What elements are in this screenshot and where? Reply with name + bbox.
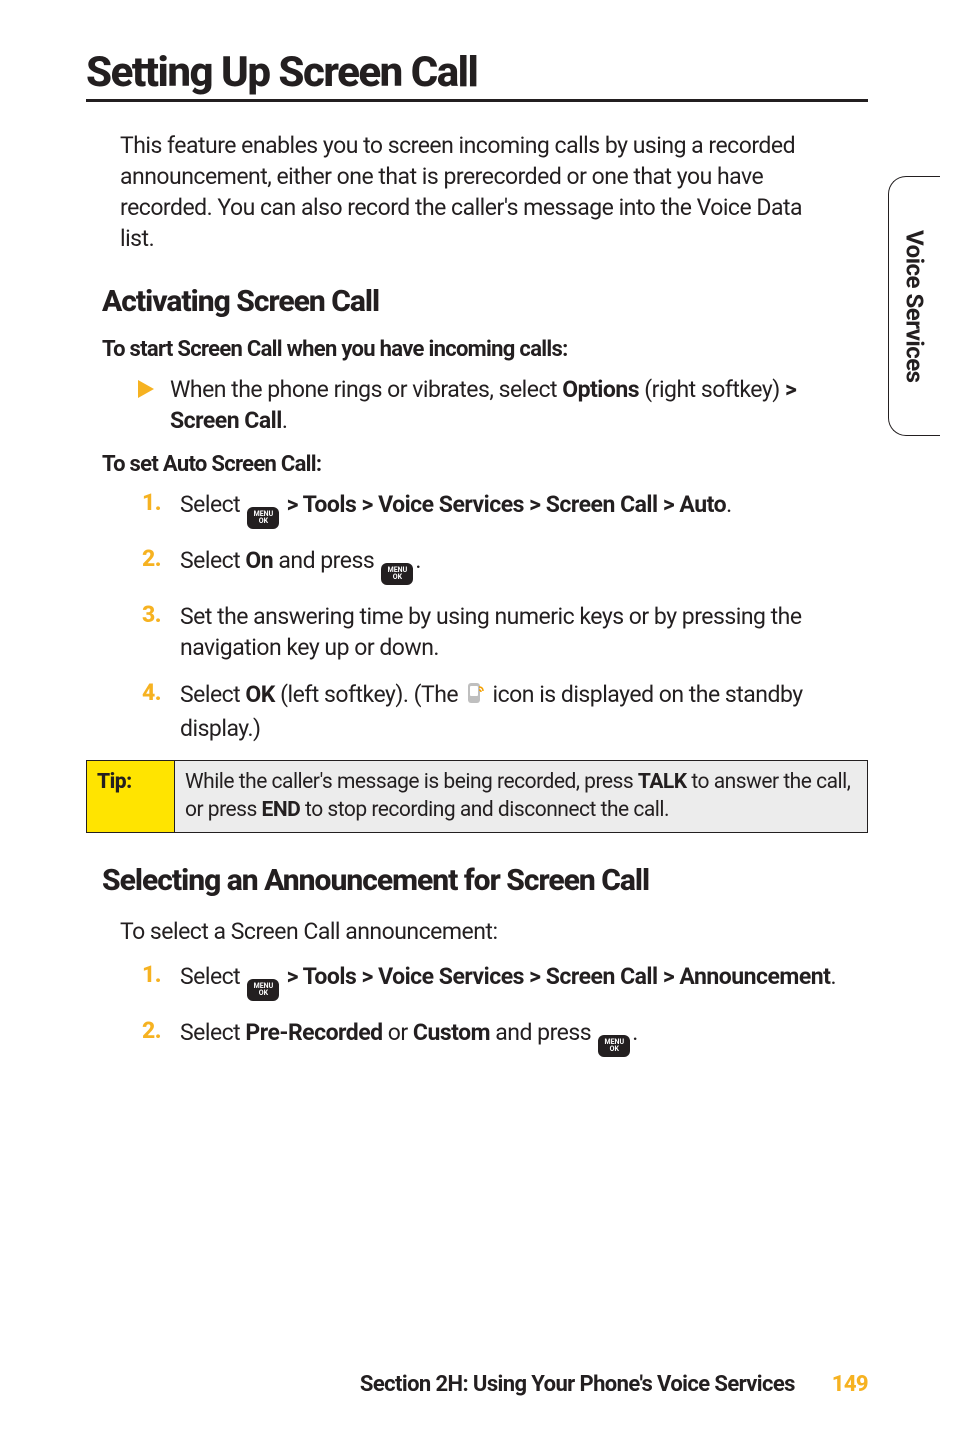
heading-selecting-announcement: Selecting an Announcement for Screen Cal… bbox=[102, 863, 868, 898]
footer-page-number: 149 bbox=[832, 1372, 868, 1397]
menu-key-label: MENUOK bbox=[254, 983, 274, 997]
s2-b: Custom bbox=[413, 1019, 490, 1046]
step-item: 1. Select MENUOK > Tools > Voice Service… bbox=[142, 489, 868, 529]
s2-mid: and press bbox=[273, 547, 379, 574]
tip-pre: While the caller's message is being reco… bbox=[185, 770, 638, 794]
intro-paragraph: This feature enables you to screen incom… bbox=[120, 130, 820, 254]
step-body: Select MENUOK > Tools > Voice Services >… bbox=[180, 961, 836, 1001]
screen-call-icon bbox=[465, 682, 485, 713]
s2-mid: and press bbox=[490, 1019, 596, 1046]
menu-key-label: MENUOK bbox=[604, 1039, 624, 1053]
step-body: Select On and press MENUOK. bbox=[180, 545, 421, 585]
steps-list-2: 1. Select MENUOK > Tools > Voice Service… bbox=[142, 961, 868, 1057]
tip-end: END bbox=[262, 798, 301, 822]
steps-list-1: 1. Select MENUOK > Tools > Voice Service… bbox=[142, 489, 868, 744]
menu-key-icon: MENUOK bbox=[598, 1035, 630, 1057]
s2-a: Pre-Recorded bbox=[245, 1019, 382, 1046]
step-body: Select Pre-Recorded or Custom and press … bbox=[180, 1017, 638, 1057]
step-item: 3. Set the answering time by using numer… bbox=[142, 601, 868, 663]
bullet-post: . bbox=[282, 407, 288, 434]
s1-pre: Select bbox=[180, 963, 245, 990]
announcement-lead: To select a Screen Call announcement: bbox=[120, 916, 868, 947]
step-number: 2. bbox=[142, 545, 180, 572]
step-item: 2. Select On and press MENUOK. bbox=[142, 545, 868, 585]
s2-pre: Select bbox=[180, 547, 245, 574]
tip-body: While the caller's message is being reco… bbox=[175, 761, 868, 833]
s2-on: On bbox=[245, 547, 273, 574]
title-rule bbox=[86, 99, 868, 102]
bullet-text: When the phone rings or vibrates, select… bbox=[170, 374, 868, 436]
triangle-bullet-icon bbox=[138, 380, 154, 398]
menu-key-bottom: OK bbox=[259, 517, 268, 525]
s1-path: > Tools > Voice Services > Screen Call >… bbox=[281, 491, 726, 518]
tip-post: to stop recording and disconnect the cal… bbox=[300, 798, 669, 822]
side-tab: Voice Services bbox=[888, 176, 940, 436]
bullet-mid: (right softkey) bbox=[639, 376, 785, 403]
s4-ok: OK bbox=[245, 681, 274, 708]
tip-label: Tip: bbox=[87, 761, 175, 833]
step-body: Select MENUOK > Tools > Voice Services >… bbox=[180, 489, 732, 529]
s4-pre: Select bbox=[180, 681, 245, 708]
step-body: Set the answering time by using numeric … bbox=[180, 601, 868, 663]
step-number: 1. bbox=[142, 489, 180, 516]
step-number: 4. bbox=[142, 679, 180, 706]
step-item: 2. Select Pre-Recorded or Custom and pre… bbox=[142, 1017, 868, 1057]
step-number: 1. bbox=[142, 961, 180, 988]
s4-mid: (left softkey). (The bbox=[275, 681, 463, 708]
menu-key-label: MENUOK bbox=[254, 511, 274, 525]
s2-post: . bbox=[415, 547, 421, 574]
step-item: 1. Select MENUOK > Tools > Voice Service… bbox=[142, 961, 868, 1001]
bullet-options: Options bbox=[562, 376, 639, 403]
menu-key-icon: MENUOK bbox=[381, 563, 413, 585]
menu-key-bottom: OK bbox=[259, 989, 268, 997]
step-body: Select OK (left softkey). (The icon is d… bbox=[180, 679, 868, 744]
subhead-set-auto: To set Auto Screen Call: bbox=[102, 452, 868, 477]
step-number: 2. bbox=[142, 1017, 180, 1044]
menu-key-icon: MENUOK bbox=[247, 507, 279, 529]
s1-post: . bbox=[726, 491, 732, 518]
page-title: Setting Up Screen Call bbox=[86, 48, 868, 97]
tip-box: Tip: While the caller's message is being… bbox=[86, 760, 868, 833]
bullet-pre: When the phone rings or vibrates, select bbox=[170, 376, 562, 403]
s2-or: or bbox=[383, 1019, 413, 1046]
s1-path: > Tools > Voice Services > Screen Call >… bbox=[281, 963, 830, 990]
menu-key-bottom: OK bbox=[393, 573, 402, 581]
tip-talk: TALK bbox=[638, 770, 687, 794]
page-footer: Section 2H: Using Your Phone's Voice Ser… bbox=[0, 1372, 868, 1397]
heading-activating: Activating Screen Call bbox=[102, 284, 868, 319]
menu-key-bottom: OK bbox=[610, 1045, 619, 1053]
subhead-start-screen-call: To start Screen Call when you have incom… bbox=[102, 337, 868, 362]
s2-post: . bbox=[632, 1019, 638, 1046]
side-tab-label: Voice Services bbox=[901, 230, 929, 383]
footer-section: Section 2H: Using Your Phone's Voice Ser… bbox=[360, 1372, 795, 1397]
bullet-item: When the phone rings or vibrates, select… bbox=[138, 374, 868, 436]
step-number: 3. bbox=[142, 601, 180, 628]
menu-key-icon: MENUOK bbox=[247, 979, 279, 1001]
s1-post: . bbox=[830, 963, 836, 990]
s2-pre: Select bbox=[180, 1019, 245, 1046]
step-item: 4. Select OK (left softkey). (The icon i… bbox=[142, 679, 868, 744]
s1-pre: Select bbox=[180, 491, 245, 518]
menu-key-label: MENUOK bbox=[388, 567, 408, 581]
